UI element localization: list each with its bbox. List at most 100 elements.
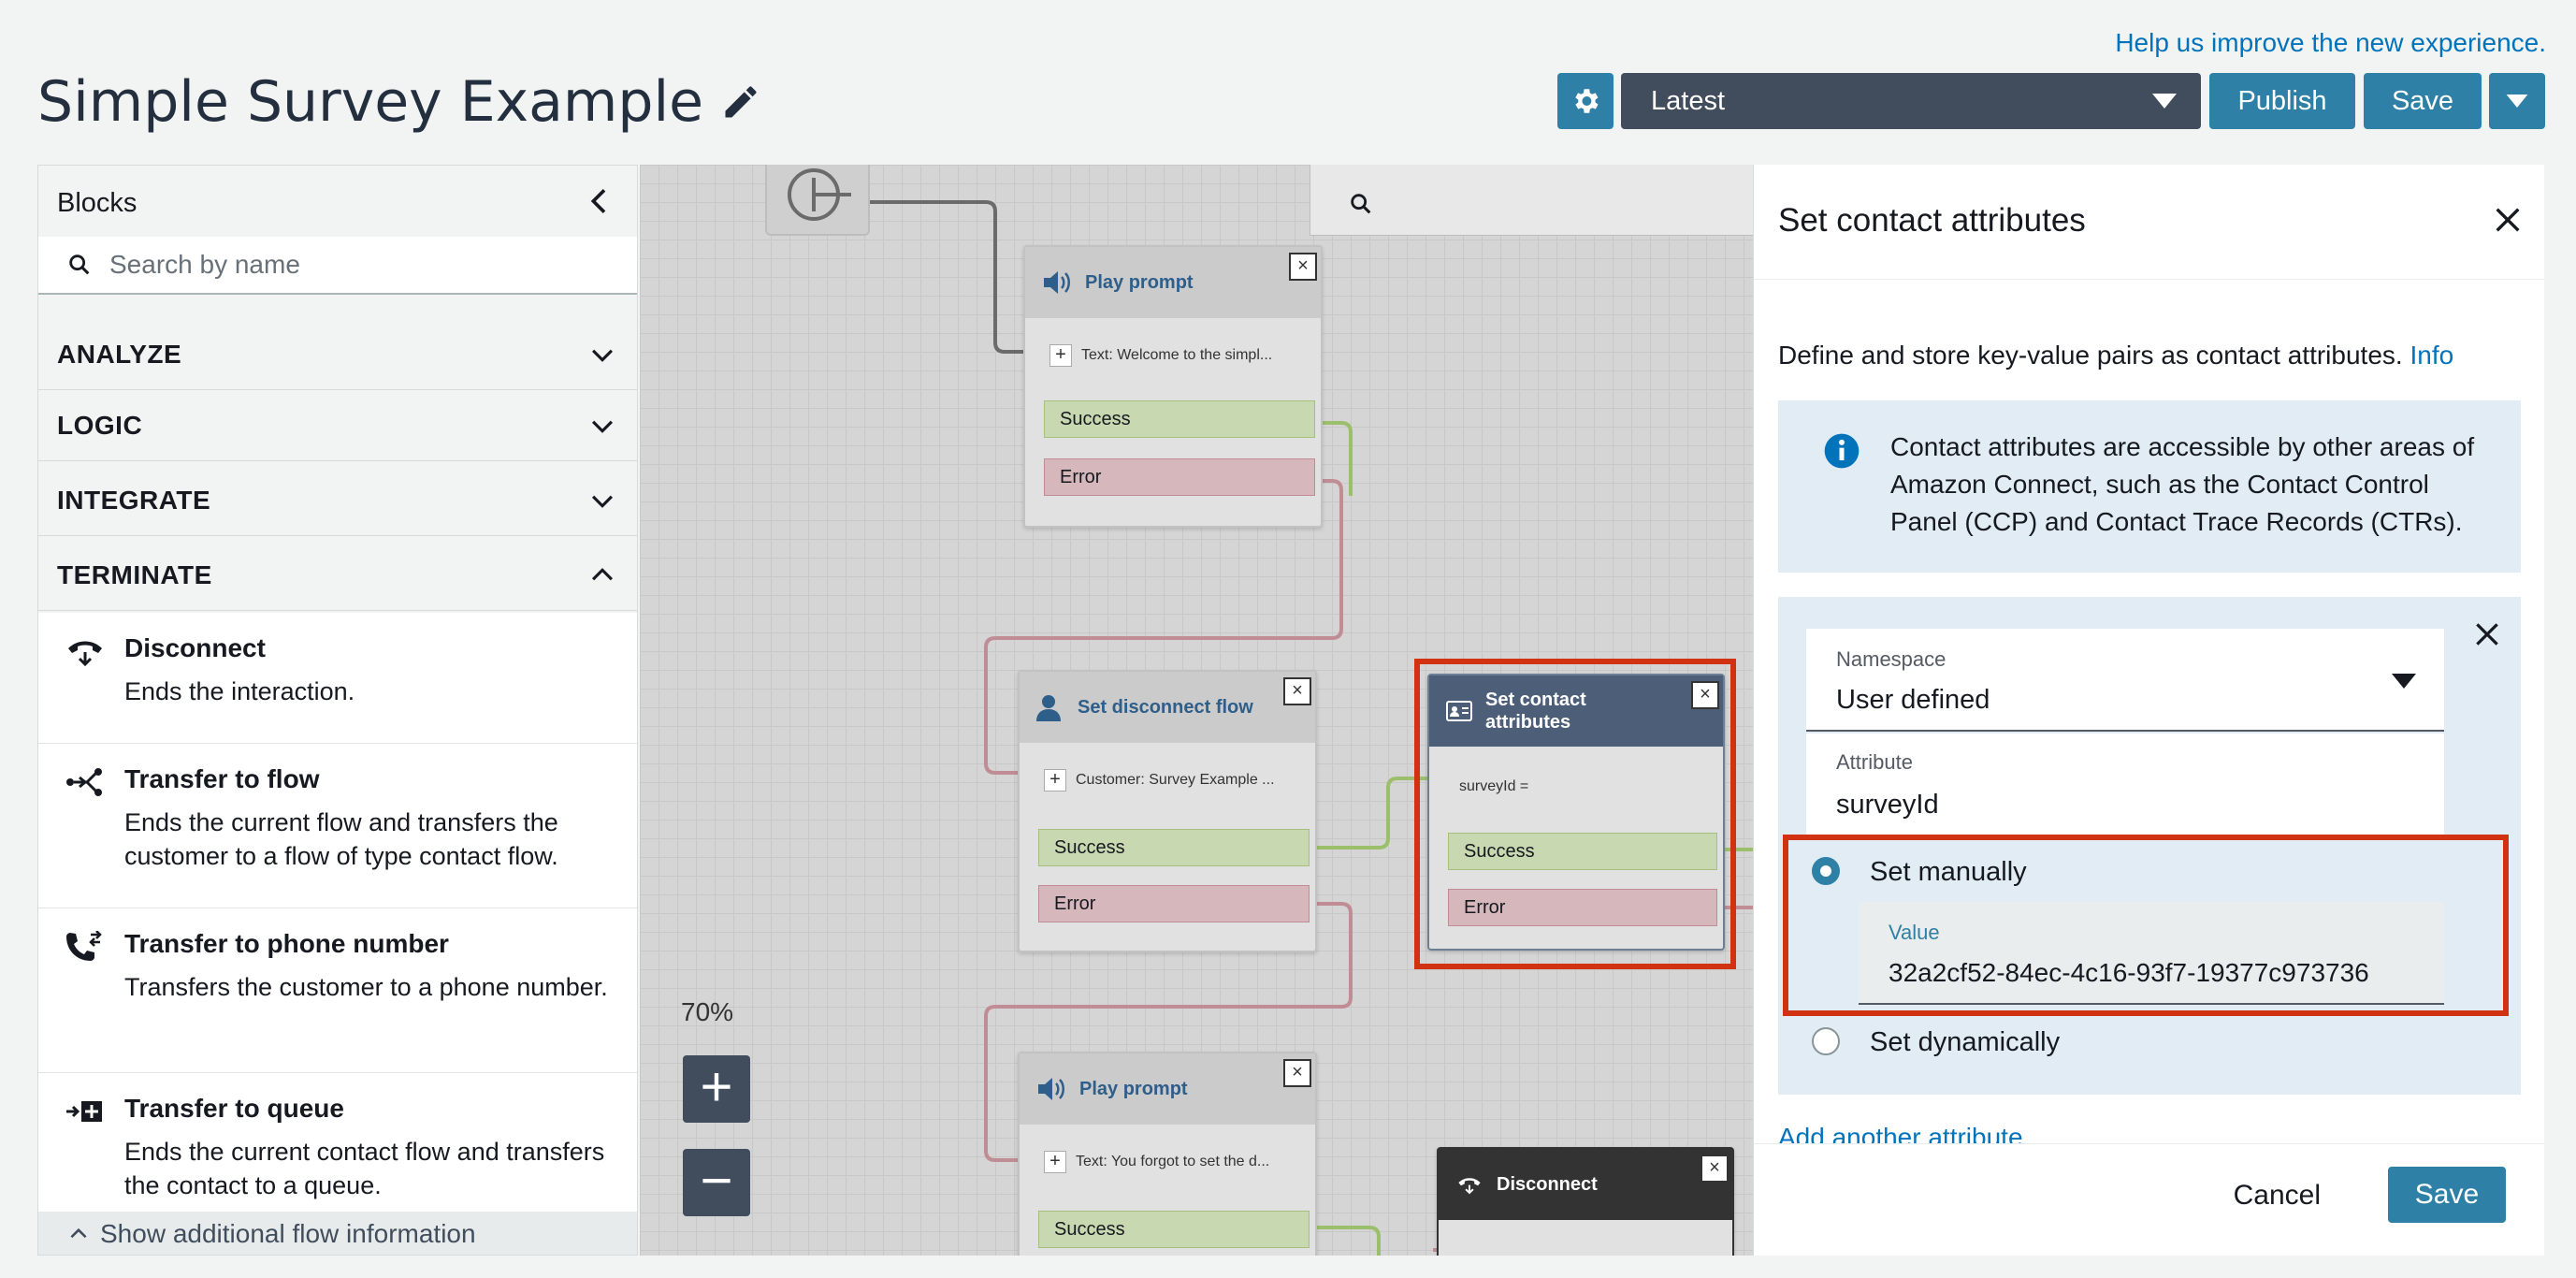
flow-title: Simple Survey Example: [37, 69, 704, 135]
error-branch[interactable]: Error: [1038, 885, 1310, 922]
caret-down-icon: [2506, 94, 2528, 108]
disconnect-block[interactable]: Disconnect ×: [1437, 1147, 1734, 1256]
block-disconnect[interactable]: Disconnect Ends the interaction.: [38, 613, 637, 744]
play-prompt-block-2[interactable]: Play prompt × + Text: You forgot to set t…: [1018, 1052, 1317, 1256]
block-detail: + Text: Welcome to the simpl...: [1049, 344, 1272, 367]
block-transfer-to-flow[interactable]: Transfer to flow Ends the current flow a…: [38, 744, 637, 908]
block-title: Transfer to flow: [124, 764, 320, 793]
category-integrate[interactable]: INTEGRATE: [38, 465, 637, 536]
play-prompt-block-1[interactable]: Play prompt × + Text: Welcome to the simp…: [1023, 245, 1323, 528]
category-label: ANALYZE: [57, 339, 182, 369]
panel-title: Set contact attributes: [1778, 202, 2086, 239]
cancel-button[interactable]: Cancel: [2234, 1180, 2321, 1212]
success-branch[interactable]: Success: [1038, 1211, 1310, 1248]
search-icon: [1351, 194, 1371, 214]
category-terminate[interactable]: TERMINATE: [38, 540, 637, 611]
panel-footer: Cancel Save: [1754, 1143, 2544, 1256]
speaker-icon: [1044, 271, 1070, 294]
divider: [1754, 279, 2544, 280]
speaker-icon: [1038, 1078, 1064, 1100]
remove-attribute-icon[interactable]: [2472, 619, 2502, 649]
zoom-in-button[interactable]: +: [683, 1055, 750, 1123]
canvas-search-input[interactable]: [1310, 165, 1753, 236]
attribute-value: surveyId: [1836, 790, 1939, 820]
zoom-out-button[interactable]: −: [683, 1149, 750, 1216]
footer-label: Show additional flow information: [100, 1219, 476, 1248]
chevron-down-icon: [591, 495, 614, 508]
save-options-button[interactable]: [2489, 73, 2545, 129]
success-branch[interactable]: Success: [1044, 400, 1315, 438]
highlight-box: [1783, 835, 2509, 1016]
category-logic[interactable]: LOGIC: [38, 390, 637, 461]
block-header: Set disconnect flow: [1020, 672, 1315, 743]
block-title: Play prompt: [1085, 271, 1194, 293]
panel-description: Define and store key-value pairs as cont…: [1778, 341, 2453, 370]
phone-transfer-icon: [66, 931, 102, 961]
block-description: Transfers the customer to a phone number…: [124, 973, 608, 1001]
blocks-panel: Blocks Search by name ANALYZE LOGIC INTE…: [37, 165, 638, 1256]
panel-save-button[interactable]: Save: [2388, 1167, 2506, 1223]
success-branch[interactable]: Success: [1038, 829, 1310, 866]
block-description: Ends the current flow and transfers the …: [124, 808, 558, 870]
block-header: Disconnect: [1439, 1149, 1732, 1220]
set-disconnect-flow-block[interactable]: Set disconnect flow × + Customer: Survey …: [1018, 670, 1317, 952]
chevron-up-icon: [591, 567, 614, 580]
info-link[interactable]: Info: [2410, 341, 2453, 370]
info-text: Contact attributes are accessible by oth…: [1890, 432, 2475, 536]
zoom-level: 70%: [681, 997, 734, 1026]
save-button[interactable]: Save: [2364, 73, 2482, 129]
info-alert: Contact attributes are accessible by oth…: [1778, 400, 2521, 573]
block-title: Set disconnect flow: [1078, 697, 1253, 718]
set-dynamically-radio[interactable]: [1812, 1027, 1840, 1055]
user-icon: [1036, 695, 1061, 721]
block-title: Transfer to queue: [124, 1094, 344, 1123]
publish-button[interactable]: Publish: [2209, 73, 2355, 129]
attribute-label: Attribute: [1836, 750, 1913, 774]
help-improve-link[interactable]: Help us improve the new experience.: [2115, 28, 2546, 58]
block-description: Ends the current contact flow and transf…: [124, 1138, 605, 1199]
edit-pencil-icon[interactable]: [720, 81, 761, 123]
entry-point-node[interactable]: [765, 165, 870, 236]
close-icon[interactable]: ×: [1700, 1155, 1729, 1183]
error-branch[interactable]: Error: [1044, 458, 1315, 496]
start-icon: [788, 168, 851, 221]
version-select[interactable]: Latest: [1621, 73, 2201, 129]
highlight-box: [1414, 659, 1736, 969]
chevron-left-icon[interactable]: [581, 182, 618, 220]
chevron-up-icon: [70, 1227, 87, 1239]
transfer-flow-icon: [66, 768, 102, 796]
queue-icon: [66, 1101, 102, 1122]
block-header: Play prompt: [1020, 1053, 1315, 1125]
page-title: Simple Survey Example: [37, 69, 761, 135]
show-flow-info-toggle[interactable]: Show additional flow information: [38, 1212, 637, 1255]
block-description: Ends the interaction.: [124, 677, 355, 705]
block-header: Play prompt: [1025, 247, 1321, 318]
blocks-search-input[interactable]: Search by name: [38, 237, 637, 295]
search-icon: [69, 254, 90, 275]
info-icon: [1824, 433, 1860, 469]
caret-down-icon: [2392, 674, 2416, 689]
disconnect-icon: [68, 641, 102, 667]
block-detail: + Text: You forgot to set the d...: [1044, 1151, 1269, 1173]
gear-icon: [1575, 89, 1599, 113]
attribute-key-input[interactable]: Attribute surveyId: [1806, 733, 2444, 836]
caret-down-icon: [2152, 94, 2177, 109]
category-label: LOGIC: [57, 410, 143, 440]
block-title: Disconnect: [1497, 1173, 1598, 1195]
category-analyze[interactable]: ANALYZE: [38, 319, 637, 390]
close-icon[interactable]: ×: [1283, 1059, 1311, 1087]
settings-button[interactable]: [1557, 73, 1614, 129]
version-value: Latest: [1651, 85, 1725, 116]
namespace-label: Namespace: [1836, 647, 1946, 671]
block-transfer-to-phone[interactable]: Transfer to phone number Transfers the c…: [38, 908, 637, 1073]
block-title: Disconnect: [124, 633, 266, 662]
chevron-down-icon: [591, 420, 614, 433]
description-text: Define and store key-value pairs as cont…: [1778, 341, 2403, 370]
terminate-block-list: Disconnect Ends the interaction. Transfe…: [38, 613, 637, 1212]
close-icon[interactable]: ×: [1283, 677, 1311, 705]
set-dynamically-label: Set dynamically: [1870, 1027, 2061, 1057]
close-icon[interactable]: ×: [1289, 253, 1317, 281]
close-icon[interactable]: [2492, 204, 2524, 236]
namespace-select[interactable]: Namespace User defined: [1806, 629, 2444, 732]
block-detail: + Customer: Survey Example ...: [1044, 769, 1275, 791]
